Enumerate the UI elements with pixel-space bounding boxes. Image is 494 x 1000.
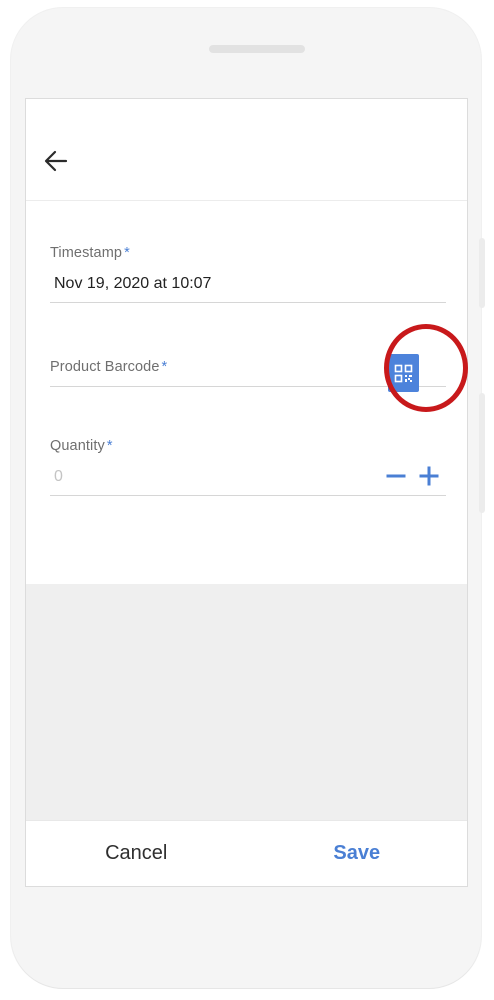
quantity-label: Quantity * xyxy=(50,438,113,454)
quantity-increment-button[interactable] xyxy=(418,465,440,487)
product-barcode-label: Product Barcode * xyxy=(50,359,167,375)
plus-icon xyxy=(419,466,439,486)
required-mark: * xyxy=(124,245,130,261)
save-button[interactable]: Save xyxy=(247,821,468,886)
required-mark: * xyxy=(161,359,168,375)
phone-volume-button xyxy=(479,238,485,308)
quantity-underline xyxy=(50,495,446,496)
timestamp-field[interactable]: Timestamp * Nov 19, 2020 at 10:07 xyxy=(50,245,446,305)
action-bar: Cancel Save xyxy=(26,820,467,886)
timestamp-label: Timestamp * xyxy=(50,245,130,261)
scan-barcode-button[interactable] xyxy=(388,354,419,392)
qr-code-icon xyxy=(394,364,413,383)
quantity-input[interactable]: 0 xyxy=(54,468,63,486)
quantity-field[interactable]: Quantity * 0 xyxy=(50,438,446,498)
product-barcode-label-text: Product Barcode xyxy=(50,359,160,375)
product-barcode-field[interactable]: Product Barcode * xyxy=(50,359,446,389)
minus-icon xyxy=(386,474,406,478)
back-button[interactable] xyxy=(42,147,70,175)
app-bar xyxy=(26,99,467,201)
quantity-decrement-button[interactable] xyxy=(385,465,407,487)
timestamp-underline xyxy=(50,302,446,303)
product-barcode-underline xyxy=(50,386,446,387)
arrow-left-icon xyxy=(44,150,68,172)
inventory-form: Timestamp * Nov 19, 2020 at 10:07 Product… xyxy=(26,201,467,584)
cancel-button[interactable]: Cancel xyxy=(26,821,247,886)
phone-speaker xyxy=(209,45,305,53)
phone-power-button xyxy=(479,393,485,513)
required-mark: * xyxy=(106,438,113,454)
app-screen: Timestamp * Nov 19, 2020 at 10:07 Product… xyxy=(25,98,468,887)
quantity-label-text: Quantity xyxy=(50,438,105,454)
timestamp-value[interactable]: Nov 19, 2020 at 10:07 xyxy=(54,275,211,293)
timestamp-label-text: Timestamp xyxy=(50,245,123,261)
